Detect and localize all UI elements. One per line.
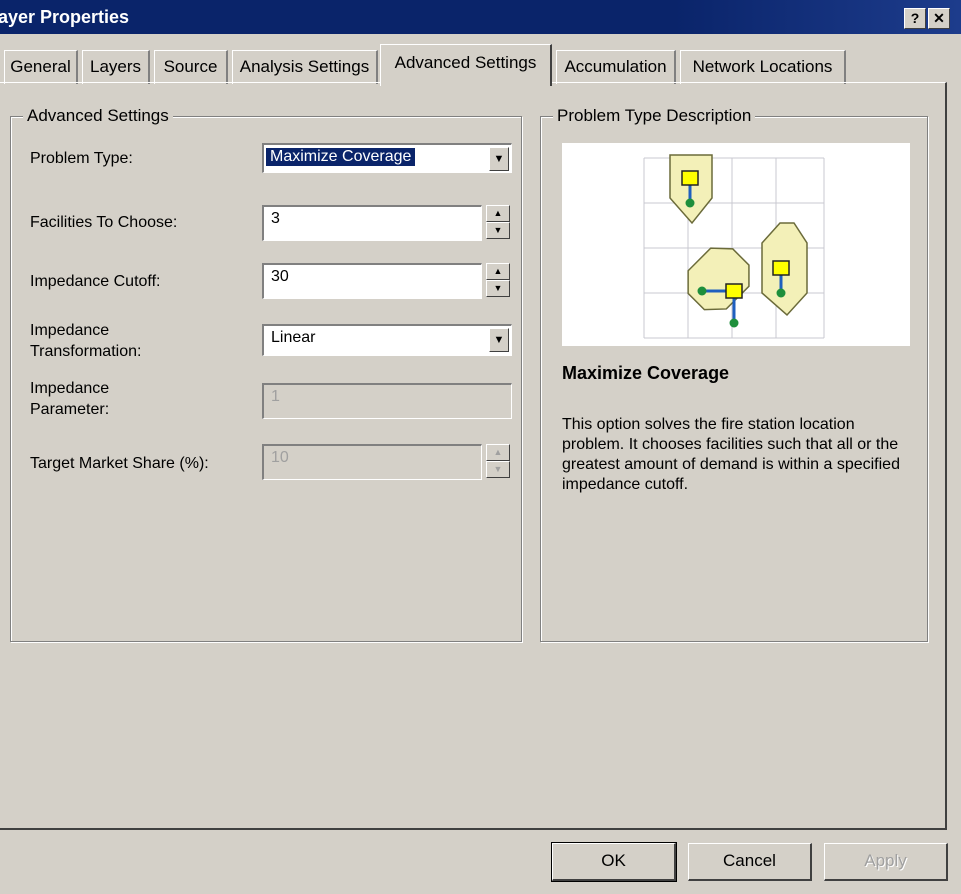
tab-analysis-settings[interactable]: Analysis Settings	[232, 50, 378, 84]
spin-down-icon[interactable]: ▼	[486, 222, 510, 239]
advanced-settings-group-title: Advanced Settings	[23, 106, 173, 126]
apply-button: Apply	[824, 843, 948, 881]
problem-type-diagram	[562, 143, 910, 346]
tab-network-locations[interactable]: Network Locations	[680, 50, 846, 84]
cutoff-input[interactable]: 30	[262, 263, 482, 299]
parameter-label-line2: Parameter:	[30, 401, 110, 418]
tab-layers[interactable]: Layers	[82, 50, 150, 84]
spin-down-icon: ▼	[486, 461, 510, 478]
coverage-illustration-icon	[643, 154, 825, 339]
tab-strip: General Layers Source Analysis Settings …	[0, 44, 961, 86]
problem-description-group-title: Problem Type Description	[553, 106, 756, 126]
market-share-input: 10	[262, 444, 482, 480]
spin-up-icon[interactable]: ▲	[486, 263, 510, 280]
close-button[interactable]: ✕	[928, 8, 950, 29]
market-share-label: Target Market Share (%):	[30, 455, 209, 472]
facilities-input[interactable]: 3	[262, 205, 482, 241]
cutoff-stepper[interactable]: ▲ ▼	[486, 263, 510, 297]
spin-up-icon[interactable]: ▲	[486, 205, 510, 222]
ok-button[interactable]: OK	[551, 842, 677, 882]
tab-accumulation[interactable]: Accumulation	[556, 50, 676, 84]
tab-source[interactable]: Source	[154, 50, 228, 84]
help-button[interactable]: ?	[904, 8, 926, 29]
transformation-value: Linear	[271, 329, 316, 346]
tab-general[interactable]: General	[4, 50, 78, 84]
title-bar[interactable]: ayer Properties ? ✕	[0, 0, 961, 34]
problem-type-label: Problem Type:	[30, 150, 133, 167]
problem-type-title: Maximize Coverage	[562, 363, 730, 383]
transformation-combo[interactable]: Linear ▼	[262, 324, 512, 356]
problem-type-description: This option solves the fire station loca…	[562, 416, 900, 493]
parameter-input: 1	[262, 383, 512, 419]
spin-up-icon: ▲	[486, 444, 510, 461]
market-share-stepper: ▲ ▼	[486, 444, 510, 478]
transformation-label-line1: Impedance	[30, 322, 110, 339]
facilities-stepper[interactable]: ▲ ▼	[486, 205, 510, 239]
transformation-label-line2: Transformation:	[30, 343, 142, 360]
cancel-button[interactable]: Cancel	[688, 843, 812, 881]
spin-down-icon[interactable]: ▼	[486, 280, 510, 297]
problem-type-value: Maximize Coverage	[266, 148, 416, 166]
tab-advanced-settings[interactable]: Advanced Settings	[380, 44, 552, 86]
chevron-down-icon[interactable]: ▼	[489, 328, 509, 352]
facilities-label: Facilities To Choose:	[30, 214, 178, 231]
window-title: ayer Properties	[0, 7, 130, 27]
problem-type-combo[interactable]: Maximize Coverage ▼	[262, 143, 512, 173]
chevron-down-icon[interactable]: ▼	[489, 147, 509, 171]
parameter-label-line1: Impedance	[30, 380, 110, 397]
cutoff-label: Impedance Cutoff:	[30, 273, 161, 290]
